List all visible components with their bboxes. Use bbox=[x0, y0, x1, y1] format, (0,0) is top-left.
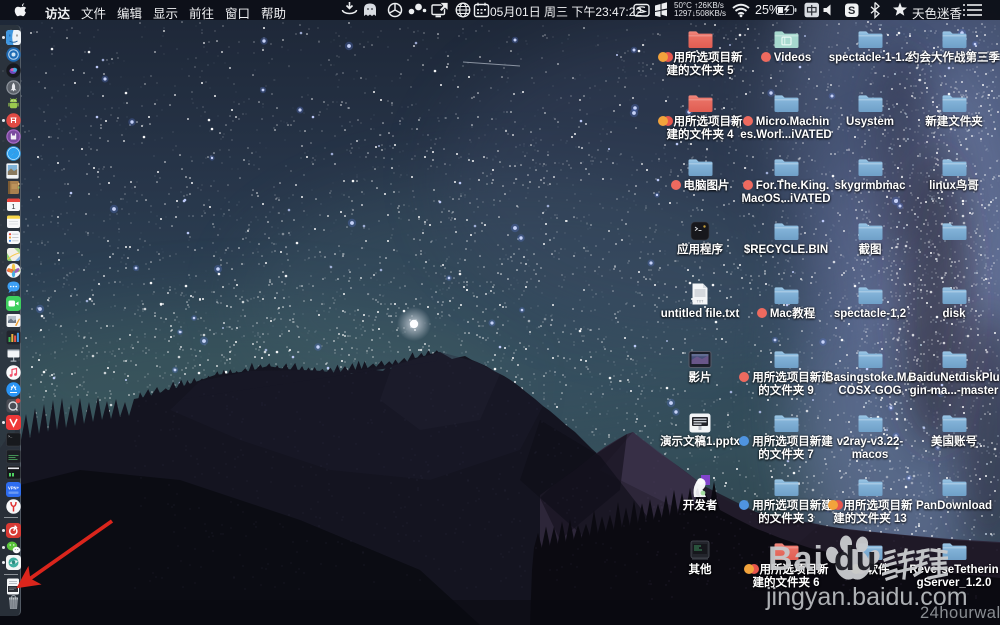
svg-text:VPN+: VPN+ bbox=[7, 485, 19, 490]
svg-text:1: 1 bbox=[11, 202, 15, 211]
svg-text:TXT: TXT bbox=[697, 300, 705, 304]
svg-text:S: S bbox=[848, 5, 855, 17]
